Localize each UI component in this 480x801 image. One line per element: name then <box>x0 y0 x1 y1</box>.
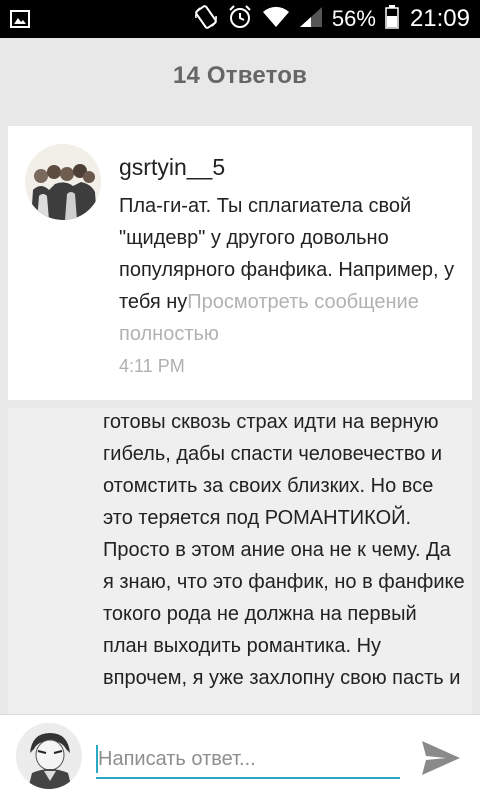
text-cursor <box>96 745 98 773</box>
battery-percent: 56% <box>331 6 376 31</box>
reply-timestamp: 4:11 PM <box>119 356 185 376</box>
send-button[interactable] <box>418 735 464 781</box>
user-avatar[interactable] <box>16 723 82 789</box>
wifi-icon <box>262 6 290 33</box>
reply-card[interactable]: gsrtyin__5 Пла-ги-ат. Ты сплагиатела сво… <box>8 126 472 400</box>
reply-username[interactable]: gsrtyin__5 <box>119 154 225 181</box>
rotate-icon <box>194 4 218 35</box>
reply-input[interactable] <box>96 741 400 779</box>
clock: 21:09 <box>409 5 470 32</box>
reply-composer <box>0 714 480 801</box>
replies-header: 14 Ответов <box>0 38 480 114</box>
battery-icon <box>385 4 399 34</box>
reply-card-expanded[interactable]: готовы сквозь страх идти на верную гибел… <box>8 408 472 714</box>
reply-text-full: готовы сквозь страх идти на верную гибел… <box>103 411 465 689</box>
avatar[interactable] <box>25 144 101 220</box>
image-icon <box>10 9 30 34</box>
page-title: 14 Ответов <box>172 62 308 89</box>
reply-text: Пла-ги-ат. Ты сплагиатела свой "щидевр" … <box>119 190 465 350</box>
status-bar: 56% 21:09 <box>0 0 480 38</box>
alarm-icon <box>227 4 253 35</box>
send-icon <box>418 741 464 784</box>
signal-icon <box>299 6 323 33</box>
